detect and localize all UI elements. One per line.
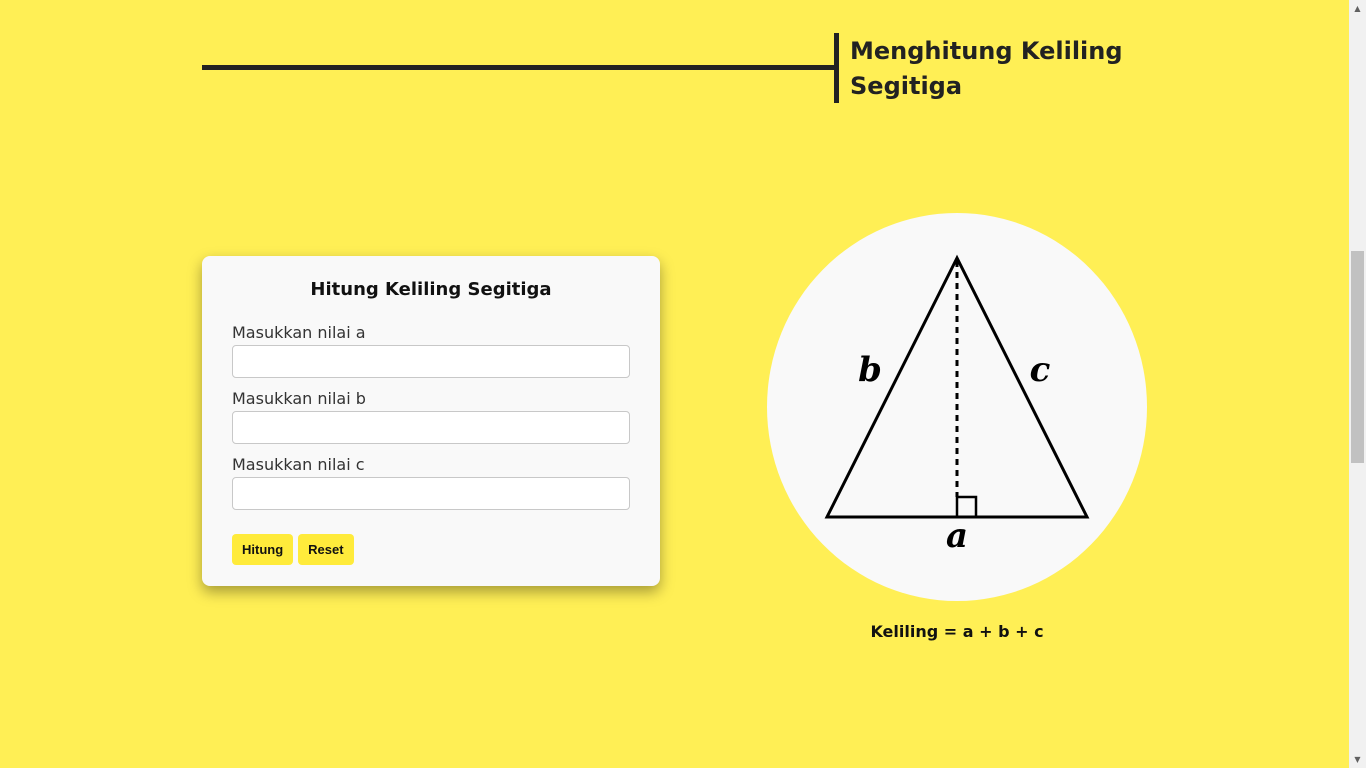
input-c[interactable] bbox=[232, 477, 630, 510]
reset-button[interactable]: Reset bbox=[298, 534, 354, 565]
side-label-c: c bbox=[1030, 350, 1051, 390]
field-label-c: Masukkan nilai c bbox=[232, 455, 365, 474]
input-b[interactable] bbox=[232, 411, 630, 444]
scrollbar[interactable]: ▲ ▼ bbox=[1349, 0, 1366, 768]
triangle-diagram: b c a bbox=[767, 213, 1147, 601]
header-divider bbox=[834, 33, 839, 103]
calculator-card: Hitung Keliling Segitiga Masukkan nilai … bbox=[202, 256, 660, 586]
card-title: Hitung Keliling Segitiga bbox=[310, 279, 552, 300]
page-title: Menghitung Keliling Segitiga bbox=[850, 37, 1123, 100]
button-row: Hitung Reset bbox=[232, 534, 630, 565]
side-label-b: b bbox=[858, 350, 882, 390]
field-label-b: Masukkan nilai b bbox=[232, 389, 366, 408]
header-line bbox=[202, 65, 836, 70]
field-label-a: Masukkan nilai a bbox=[232, 323, 366, 342]
scroll-thumb[interactable] bbox=[1351, 251, 1364, 463]
calculate-button[interactable]: Hitung bbox=[232, 534, 294, 565]
side-label-a: a bbox=[946, 516, 968, 556]
formula-text: Keliling = a + b + c bbox=[870, 622, 1044, 641]
scroll-up-icon[interactable]: ▲ bbox=[1349, 0, 1366, 17]
scroll-down-icon[interactable]: ▼ bbox=[1349, 751, 1366, 768]
input-a[interactable] bbox=[232, 345, 630, 378]
